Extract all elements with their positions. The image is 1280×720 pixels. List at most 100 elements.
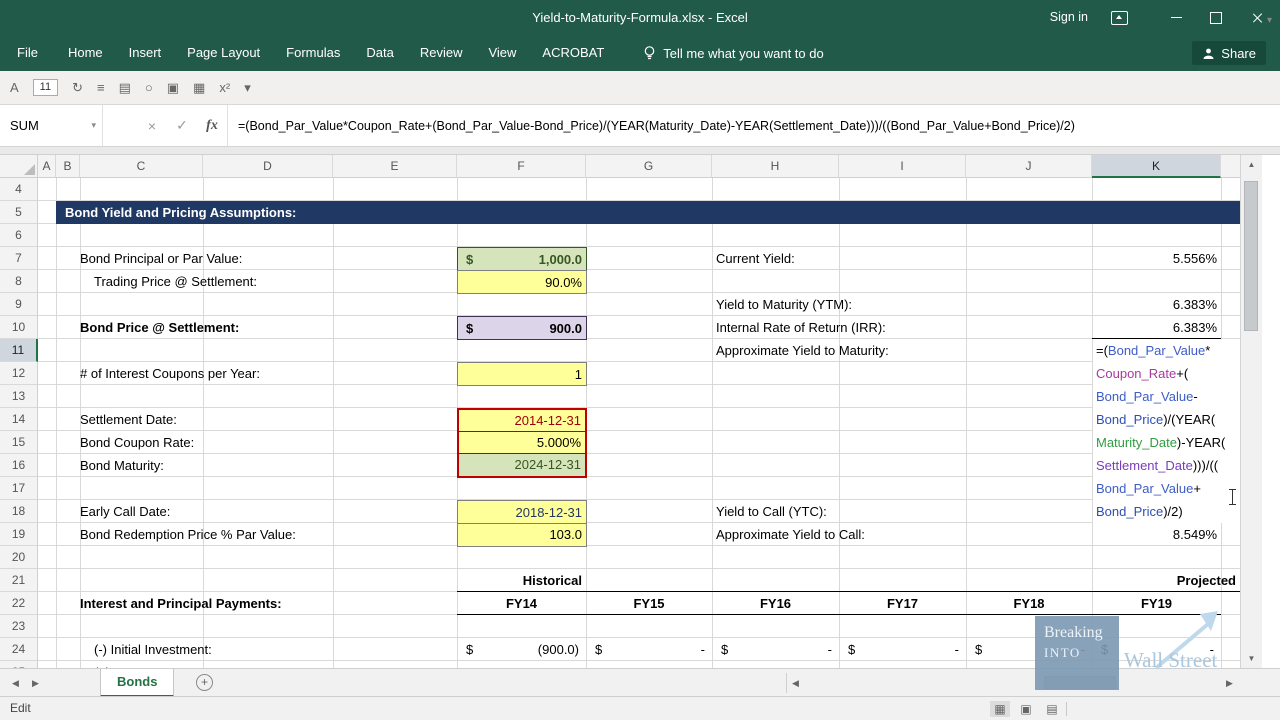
- table-icon[interactable]: ▤: [119, 81, 131, 94]
- column-header-C[interactable]: C: [80, 155, 203, 178]
- name-box-resize-handle[interactable]: [103, 105, 137, 146]
- gridline: [457, 178, 458, 668]
- shape-icon[interactable]: ○: [145, 81, 153, 94]
- share-button[interactable]: Share: [1192, 41, 1266, 65]
- text-cursor: [1228, 489, 1237, 506]
- cancel-button[interactable]: ×: [137, 105, 167, 146]
- column-header-B[interactable]: B: [56, 155, 80, 178]
- sheet-nav-right-icon[interactable]: ▶: [32, 678, 39, 689]
- watermark-logo: Breaking INTO: [1035, 616, 1119, 690]
- minimize-icon: [1170, 17, 1182, 18]
- column-header-G[interactable]: G: [586, 155, 712, 178]
- row-header-19[interactable]: 19: [0, 523, 38, 546]
- row-header-9[interactable]: 9: [0, 293, 38, 316]
- sheet-grid[interactable]: [38, 178, 1240, 668]
- row-header-11[interactable]: 11: [0, 339, 38, 362]
- hscroll-left-icon[interactable]: ◀: [792, 678, 799, 689]
- row-header-5[interactable]: 5: [0, 201, 38, 224]
- column-header-K[interactable]: K: [1092, 155, 1221, 178]
- column-header-I[interactable]: I: [839, 155, 966, 178]
- row-header-13[interactable]: 13: [0, 385, 38, 408]
- row-header-14[interactable]: 14: [0, 408, 38, 431]
- row-header-24[interactable]: 24: [0, 638, 38, 661]
- formula-bar: SUM ▾ × ✓ fx =(Bond_Par_Value*Coupon_Rat…: [0, 105, 1280, 147]
- formula-input[interactable]: =(Bond_Par_Value*Coupon_Rate+(Bond_Par_V…: [227, 105, 1280, 146]
- add-sheet-button[interactable]: +: [196, 674, 213, 691]
- normal-view-icon[interactable]: ▦: [990, 701, 1010, 717]
- hscroll-right-icon[interactable]: ▶: [1226, 678, 1233, 689]
- ribbon-tab-home[interactable]: Home: [55, 35, 116, 71]
- maximize-button[interactable]: [1198, 0, 1234, 35]
- sheet-tab-bonds[interactable]: Bonds: [100, 669, 175, 697]
- column-header-A[interactable]: A: [38, 155, 56, 178]
- ribbon-tab-view[interactable]: View: [475, 35, 529, 71]
- superscript-icon[interactable]: x²: [219, 81, 230, 94]
- ribbon-tab-formulas[interactable]: Formulas: [273, 35, 353, 71]
- maximize-icon: [1210, 11, 1222, 24]
- row-header-23[interactable]: 23: [0, 615, 38, 638]
- ribbon-tab-review[interactable]: Review: [407, 35, 476, 71]
- ribbon-tab-page-layout[interactable]: Page Layout: [174, 35, 273, 71]
- column-header-H[interactable]: H: [712, 155, 839, 178]
- tell-me-box[interactable]: Tell me what you want to do: [643, 45, 824, 61]
- ribbon-tab-insert[interactable]: Insert: [116, 35, 175, 71]
- name-box[interactable]: SUM ▾: [0, 105, 102, 146]
- divider: [786, 673, 787, 693]
- row-header-10[interactable]: 10: [0, 316, 38, 339]
- row-header-21[interactable]: 21: [0, 569, 38, 592]
- enter-button[interactable]: ✓: [167, 105, 197, 146]
- row-header-12[interactable]: 12: [0, 362, 38, 385]
- vertical-scrollbar[interactable]: ▲ ▼: [1240, 155, 1262, 668]
- sign-in-link[interactable]: Sign in: [1050, 0, 1088, 35]
- column-header-J[interactable]: J: [966, 155, 1092, 178]
- person-icon: [1203, 48, 1214, 59]
- row-header-6[interactable]: 6: [0, 224, 38, 247]
- vertical-scrollbar-thumb[interactable]: [1244, 181, 1258, 331]
- align-icon[interactable]: ≡: [97, 81, 105, 94]
- scroll-down-icon[interactable]: ▼: [1241, 654, 1262, 663]
- font-size-icon[interactable]: 11: [32, 79, 59, 96]
- gridline: [712, 178, 713, 668]
- row-header-8[interactable]: 8: [0, 270, 38, 293]
- ribbon-display-options-icon[interactable]: [1111, 11, 1128, 25]
- window-title: Yield-to-Maturity-Formula.xlsx - Excel: [532, 10, 748, 25]
- status-bar: Edit ▦ ▣ ▤: [0, 696, 1280, 720]
- page-layout-view-icon[interactable]: ▣: [1016, 701, 1036, 717]
- quick-access-toolbar: A 11 ↻ ≡ ▤ ○ ▣ ▦ x² ▾: [0, 71, 1280, 105]
- gridline: [80, 178, 81, 668]
- watermark-line1: Breaking: [1044, 624, 1103, 641]
- gridline: [586, 178, 587, 668]
- insert-function-button[interactable]: fx: [197, 105, 227, 146]
- row-header-15[interactable]: 15: [0, 431, 38, 454]
- minimize-button[interactable]: [1158, 0, 1194, 35]
- row-header-4[interactable]: 4: [0, 178, 38, 201]
- borders-icon[interactable]: ▦: [193, 81, 205, 94]
- name-box-dropdown-icon[interactable]: ▾: [91, 120, 96, 131]
- ribbon-tab-file[interactable]: File: [0, 35, 55, 71]
- column-header-E[interactable]: E: [333, 155, 457, 178]
- camera-icon[interactable]: ▣: [167, 81, 179, 94]
- row-header-22[interactable]: 22: [0, 592, 38, 615]
- status-mode: Edit: [10, 701, 31, 715]
- row-header-18[interactable]: 18: [0, 500, 38, 523]
- formula-bar-expand-icon[interactable]: ▾: [1267, 15, 1272, 26]
- row-header-16[interactable]: 16: [0, 454, 38, 477]
- redo-icon[interactable]: ↻: [72, 81, 83, 94]
- gridline: [1221, 178, 1222, 668]
- column-header-D[interactable]: D: [203, 155, 333, 178]
- page-break-view-icon[interactable]: ▤: [1042, 701, 1062, 717]
- column-header-F[interactable]: F: [457, 155, 586, 178]
- scroll-up-icon[interactable]: ▲: [1241, 160, 1262, 169]
- row-header-20[interactable]: 20: [0, 546, 38, 569]
- qat-overflow-icon[interactable]: ▾: [244, 81, 251, 94]
- ribbon-tab-acrobat[interactable]: ACROBAT: [529, 35, 617, 71]
- ribbon-tab-data[interactable]: Data: [353, 35, 406, 71]
- row-header-7[interactable]: 7: [0, 247, 38, 270]
- ribbon-tab-bar: File Home Insert Page Layout Formulas Da…: [0, 35, 1280, 71]
- sheet-nav-left-icon[interactable]: ◀: [12, 678, 19, 689]
- row-header-25[interactable]: 25: [0, 661, 38, 668]
- select-all-corner[interactable]: [0, 155, 38, 178]
- row-header-17[interactable]: 17: [0, 477, 38, 500]
- divider: [1066, 702, 1067, 716]
- font-icon[interactable]: A: [10, 81, 19, 94]
